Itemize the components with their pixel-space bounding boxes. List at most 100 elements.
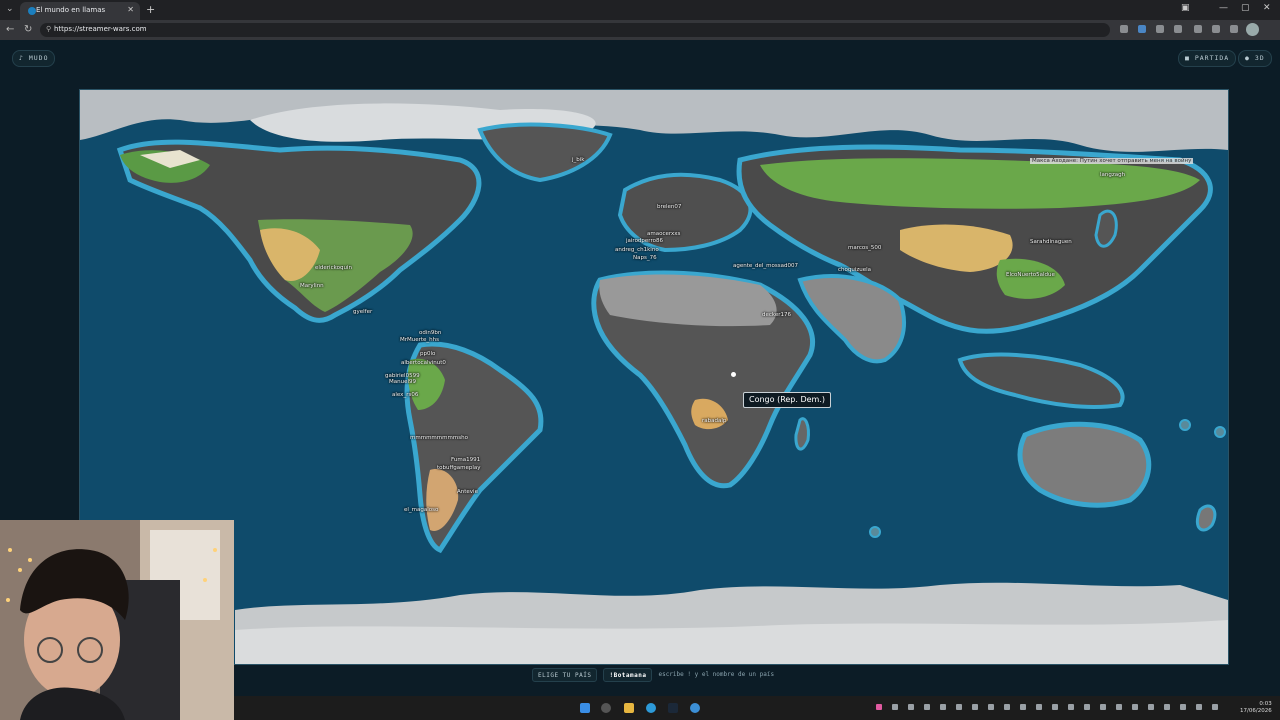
mute-button[interactable]: ♪ MUDO (12, 50, 56, 67)
search-icon[interactable] (601, 703, 611, 713)
volume-icon[interactable] (1212, 704, 1218, 710)
player-w: Sarahdinaguen (1030, 239, 1072, 245)
player-x: ElcoNuerto5aldue (1006, 272, 1055, 278)
site-favicon-icon (28, 7, 36, 15)
extension-icon[interactable] (1174, 25, 1182, 33)
command-text: !Botamana (603, 668, 653, 682)
browser-tab-bar: ⌄ El mundo en llamas ✕ + ▣ — ▢ ✕ (0, 0, 1280, 20)
player-b: MrMuerte_hhs (400, 337, 440, 343)
browser-tab[interactable]: El mundo en llamas ✕ (20, 2, 140, 20)
minimize-icon[interactable]: — (1219, 3, 1228, 13)
view-3d-label: 3D (1254, 54, 1265, 62)
tray-icon[interactable] (956, 704, 962, 710)
new-tab-icon[interactable]: + (146, 3, 155, 16)
cursor-icon (731, 372, 736, 377)
webcam-image (0, 520, 234, 720)
tray-icon[interactable] (940, 704, 946, 710)
address-bar[interactable]: ⚲ https://streamer-wars.com (40, 23, 1110, 37)
clock-date: 17/06/2026 (1240, 708, 1272, 714)
taskbar-clock[interactable]: 0:03 17/06/2026 (1240, 701, 1272, 715)
chat-overlay: Макса Аходане: Путин хочет отправить мен… (1030, 158, 1194, 164)
steam-icon[interactable] (668, 703, 678, 713)
player-d: albertocalvinut0 (401, 360, 446, 366)
world-map[interactable] (79, 89, 1229, 665)
tray-icon[interactable] (988, 704, 994, 710)
start-icon[interactable] (580, 703, 590, 713)
close-tab-icon[interactable]: ✕ (127, 5, 134, 14)
profile-avatar[interactable] (1246, 23, 1259, 36)
windows-taskbar (234, 696, 1280, 720)
player-u: marcos_500 (848, 245, 882, 251)
edge-icon[interactable] (646, 703, 656, 713)
reload-icon[interactable]: ↻ (24, 24, 32, 35)
extension-icon[interactable] (1194, 25, 1202, 33)
player-y: langzagh (1100, 172, 1126, 178)
player-m: j_bik (572, 157, 585, 163)
tray-icon[interactable] (1020, 704, 1026, 710)
tray-icon[interactable] (876, 704, 882, 710)
browser-icon[interactable] (690, 703, 700, 713)
player-o: amaocerxxs (647, 231, 681, 237)
url-text: https://streamer-wars.com (54, 25, 147, 33)
player-r: Naps_76 (633, 255, 657, 261)
tray-icon[interactable] (1148, 704, 1154, 710)
command-bar: ELIGE TU PAÍS !Botamana escribe ! y el n… (532, 668, 774, 682)
extension-icon[interactable] (1138, 25, 1146, 33)
extension-icon[interactable] (1156, 25, 1164, 33)
player-i: Fuma1991 (451, 457, 481, 463)
wifi-icon[interactable] (1196, 704, 1202, 710)
player-n: brelen07 (657, 204, 682, 210)
address-bar-row: ← ↻ ⚲ https://streamer-wars.com (0, 20, 1280, 40)
player-s: agente_del_mossad007 (733, 263, 798, 269)
tab-list-icon[interactable]: ⌄ (6, 4, 14, 14)
game-button[interactable]: ■ PARTIDA (1178, 50, 1237, 67)
close-window-icon[interactable]: ✕ (1263, 3, 1271, 13)
player-q: andreg_ch1kino (615, 247, 659, 253)
webcam-overlay (0, 520, 234, 720)
tray-icon[interactable] (1004, 704, 1010, 710)
tray-icon[interactable] (1180, 704, 1186, 710)
world-map-graphic (80, 90, 1228, 664)
tray-icon[interactable] (1164, 704, 1170, 710)
game-button-label: PARTIDA (1194, 54, 1230, 62)
window-menu-icon[interactable]: ▣ (1181, 3, 1190, 13)
tray-icon[interactable] (1116, 704, 1122, 710)
site-info-icon[interactable]: ⚲ (46, 25, 51, 33)
player-f: Manuel99 (389, 379, 416, 385)
command-hint: escribe ! y el nombre de un país (658, 671, 775, 678)
tray-icon[interactable] (1068, 704, 1074, 710)
player-z: rabadalp (702, 418, 727, 424)
bookmark-icon[interactable] (1120, 25, 1128, 33)
country-tooltip: Congo (Rep. Dem.) (743, 392, 832, 408)
player-v: choquizuela (838, 267, 872, 273)
extensions-puzzle-icon[interactable] (1212, 25, 1220, 33)
back-icon[interactable]: ← (6, 24, 14, 35)
player-c: pp0lo (420, 351, 436, 357)
tray-icon[interactable] (1052, 704, 1058, 710)
maximize-icon[interactable]: ▢ (1241, 3, 1250, 13)
tray-icon[interactable] (1100, 704, 1106, 710)
tray-icon[interactable] (972, 704, 978, 710)
player-p: jairodperro86 (626, 238, 663, 244)
player-mexico: Marylinn (300, 283, 324, 289)
tray-icon[interactable] (892, 704, 898, 710)
player-g: alex_rs06 (392, 392, 419, 398)
tray-icon[interactable] (1036, 704, 1042, 710)
tray-icon[interactable] (924, 704, 930, 710)
player-usa: elderickoquin (315, 265, 352, 271)
clock-time: 0:03 (1259, 701, 1272, 707)
file-explorer-icon[interactable] (624, 703, 634, 713)
tray-icon[interactable] (1132, 704, 1138, 710)
player-k: Antevie (457, 489, 478, 495)
tab-title: El mundo en llamas (36, 6, 106, 14)
player-l: el_magaloso (404, 507, 439, 513)
player-central: gyelfer (353, 309, 373, 315)
player-t: decker176 (762, 312, 792, 318)
view-3d-button[interactable]: ● 3D (1238, 50, 1272, 67)
tray-icon[interactable] (1084, 704, 1090, 710)
player-h: mmmmmmmmmsho (410, 435, 468, 441)
tray-icon[interactable] (908, 704, 914, 710)
choose-country-label: ELIGE TU PAÍS (532, 668, 598, 682)
player-a: odin9bn (419, 330, 442, 336)
download-icon[interactable] (1230, 25, 1238, 33)
